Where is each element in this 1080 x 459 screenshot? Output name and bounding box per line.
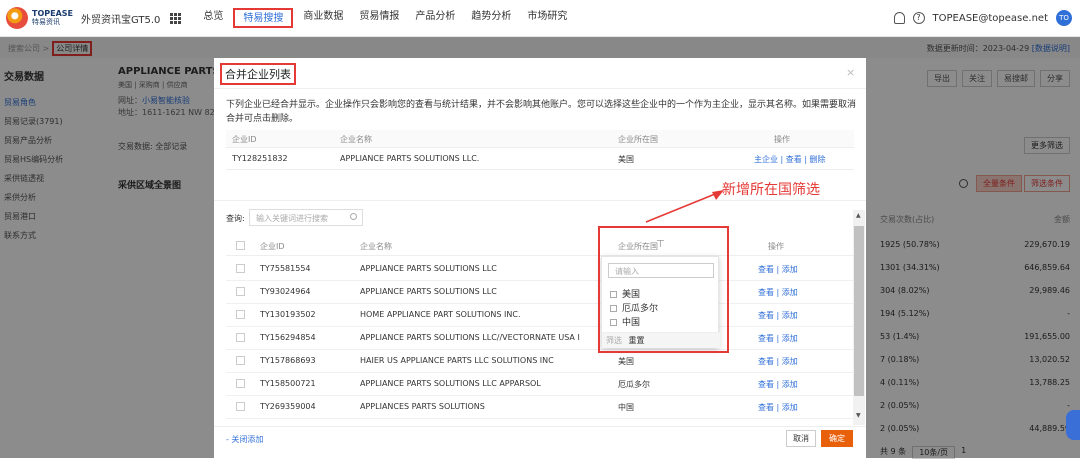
annotation-text: 新增所在国筛选 bbox=[722, 182, 820, 198]
nav-trend-analysis[interactable]: 趋势分析 bbox=[463, 8, 519, 28]
row-checkbox[interactable] bbox=[236, 310, 245, 319]
close-add-link[interactable]: - 关闭添加 bbox=[226, 434, 263, 445]
nav-overview[interactable]: 总览 bbox=[195, 8, 231, 28]
help-icon[interactable]: ? bbox=[912, 12, 925, 24]
scroll-up-icon[interactable]: ▲ bbox=[856, 212, 861, 219]
table-row: TY130193502 HOME APPLIANCE PART SOLUTIONS… bbox=[226, 304, 854, 327]
modal-description: 下列企业已经合并显示。企业操作只会影响您的查看与统计结果，并不会影响其他账户。您… bbox=[226, 100, 857, 124]
row-actions[interactable]: 查看 | 添加 bbox=[758, 356, 798, 367]
merged-table-row: TY128251832 APPLIANCE PARTS SOLUTIONS LL… bbox=[226, 150, 854, 170]
row-actions[interactable]: 查看 | 添加 bbox=[758, 310, 798, 321]
row-checkbox[interactable] bbox=[236, 379, 245, 388]
product-name: 外贸资讯宝GT5.0 bbox=[81, 14, 161, 26]
select-all-checkbox[interactable] bbox=[236, 241, 245, 250]
annotation-arrow bbox=[645, 190, 724, 223]
row-actions[interactable]: 查看 | 添加 bbox=[758, 333, 798, 344]
table-row: TY157868693 HAIER US APPLIANCE PARTS LLC … bbox=[226, 350, 854, 373]
search-input[interactable]: 输入关键词进行搜索 bbox=[249, 209, 363, 226]
row-checkbox[interactable] bbox=[236, 333, 245, 342]
close-icon[interactable]: × bbox=[846, 66, 855, 79]
query-label: 查询: bbox=[226, 214, 245, 223]
scroll-thumb[interactable] bbox=[854, 226, 864, 396]
table-row: TY156294854 APPLIANCE PARTS SOLUTIONS LLC… bbox=[226, 327, 854, 350]
nav-trade-intel[interactable]: 贸易情报 bbox=[351, 8, 407, 28]
logo-text-en: TOPEASE bbox=[32, 9, 74, 18]
bell-icon[interactable] bbox=[893, 12, 905, 24]
row-checkbox[interactable] bbox=[236, 402, 245, 411]
main-nav: 总览 特易搜搜 商业数据 贸易情报 产品分析 趋势分析 市场研究 bbox=[195, 8, 575, 28]
apps-grid-icon[interactable] bbox=[170, 12, 182, 24]
top-bar: TOPEASE 特易资讯 外贸资讯宝GT5.0 总览 特易搜搜 商业数据 贸易情… bbox=[0, 0, 1080, 37]
nav-business-data[interactable]: 商业数据 bbox=[295, 8, 351, 28]
row-actions[interactable]: 查看 | 添加 bbox=[758, 264, 798, 275]
modal-title: 合并企业列表 bbox=[220, 63, 296, 85]
logo-text-cn: 特易资讯 bbox=[32, 18, 60, 26]
row-actions[interactable]: 主企业 | 查看 | 删除 bbox=[754, 154, 826, 165]
scrollbar[interactable]: ▲ ▼ bbox=[853, 210, 865, 425]
user-email[interactable]: TOPEASE@topease.net bbox=[933, 13, 1048, 24]
row-checkbox[interactable] bbox=[236, 264, 245, 273]
table-row: TY75581554 APPLIANCE PARTS SOLUTIONS LLC 查… bbox=[226, 258, 854, 281]
confirm-button[interactable]: 确定 bbox=[821, 430, 853, 447]
nav-market-research[interactable]: 市场研究 bbox=[519, 8, 575, 28]
highlight-box bbox=[598, 226, 729, 353]
scroll-down-icon[interactable]: ▼ bbox=[856, 412, 861, 419]
row-checkbox[interactable] bbox=[236, 356, 245, 365]
cancel-button[interactable]: 取消 bbox=[786, 430, 816, 447]
merged-table-header: 企业ID 企业名称 企业所在国 操作 bbox=[226, 130, 854, 148]
table-row: TY158500721 APPLIANCE PARTS SOLUTIONS LLC… bbox=[226, 373, 854, 396]
row-actions[interactable]: 查看 | 添加 bbox=[758, 379, 798, 390]
logo-icon bbox=[6, 7, 28, 29]
nav-search[interactable]: 特易搜搜 bbox=[233, 8, 294, 28]
row-actions[interactable]: 查看 | 添加 bbox=[758, 287, 798, 298]
nav-product-analysis[interactable]: 产品分析 bbox=[407, 8, 463, 28]
logo[interactable]: TOPEASE 特易资讯 bbox=[6, 7, 73, 29]
row-actions[interactable]: 查看 | 添加 bbox=[758, 402, 798, 413]
candidate-table-header: 企业ID 企业名称 企业所在国 ⊤ 操作 bbox=[226, 236, 854, 256]
avatar[interactable]: TO bbox=[1056, 10, 1072, 26]
row-checkbox[interactable] bbox=[236, 287, 245, 296]
table-row: TY269359004 APPLIANCES PARTS SOLUTIONS 中国查… bbox=[226, 396, 854, 419]
search-icon bbox=[350, 213, 357, 220]
table-row: TY93024964 APPLIANCE PARTS SOLUTIONS LLC 查… bbox=[226, 281, 854, 304]
assistant-mascot-icon[interactable] bbox=[1066, 410, 1080, 440]
